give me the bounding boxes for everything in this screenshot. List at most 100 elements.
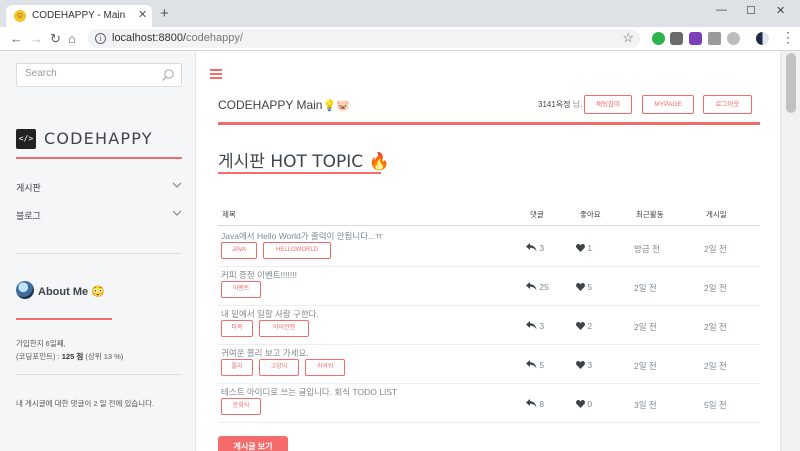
tag-badge[interactable]: 아이언맨: [259, 320, 309, 337]
tag-badge[interactable]: 이벤트: [221, 281, 261, 298]
tag-badge[interactable]: 귀여워: [305, 359, 345, 376]
posted-date: 2일 전: [704, 244, 727, 254]
sidebar-item-label: 블로그: [16, 211, 41, 221]
hamburger-menu-icon[interactable]: [210, 69, 222, 79]
table-row[interactable]: 내 밑에서 일할 사람 구한다. 타북 아이언맨 3 2 2일 전 2일 전: [218, 306, 760, 345]
home-icon[interactable]: ⌂: [68, 32, 76, 45]
new-tab-icon[interactable]: +: [160, 6, 169, 21]
like-count: 5: [576, 282, 592, 292]
search-input[interactable]: [25, 68, 155, 79]
sidebar-item-label: 게시판: [16, 183, 41, 193]
reload-icon[interactable]: ↻: [50, 32, 61, 45]
site-logo[interactable]: </> CODEHAPPY: [16, 129, 182, 159]
profile-avatar-icon[interactable]: [756, 32, 769, 45]
evernote-extension-icon[interactable]: [652, 32, 665, 45]
logo-text: CODEHAPPY: [44, 129, 153, 148]
address-toolbar: ← → ↻ ⌂ i localhost:8800/codehappy/ ☆ ⋮: [0, 27, 800, 51]
table-row[interactable]: 커피 증정 이벤트!!!!!!! 이벤트 25 5 2일 전 2일 전: [218, 267, 760, 306]
recent-activity: 2일 전: [634, 322, 657, 332]
posted-date: 2일 전: [704, 322, 727, 332]
posted-date: 2일 전: [704, 361, 727, 371]
like-count: 1: [576, 243, 592, 253]
column-header-comments: 댓글: [530, 210, 544, 219]
coding-points-text: (코딩포인트) : 125 점 (상위 13 %): [16, 352, 124, 361]
chevron-down-icon: [172, 210, 182, 216]
recent-activity: 2일 전: [634, 361, 657, 371]
like-count: 3: [576, 360, 592, 370]
mypage-button[interactable]: MYPAGE: [642, 95, 694, 114]
view-posts-button[interactable]: 게시글 보기: [218, 436, 288, 451]
post-title[interactable]: 커피 증정 이벤트!!!!!!!: [221, 269, 297, 281]
sidebar: </> CODEHAPPY 게시판 블로그 About Me 😳 가입한지 6일…: [0, 51, 196, 451]
info-icon[interactable]: i: [95, 33, 106, 44]
reply-icon: [526, 360, 537, 369]
tag-badge[interactable]: HELLOWORLD: [263, 242, 331, 259]
comment-count: 5: [526, 360, 544, 370]
post-title[interactable]: 내 밑에서 일할 사람 구한다.: [221, 308, 319, 320]
sidebar-item-blog[interactable]: 블로그: [16, 206, 182, 226]
sidebar-item-board[interactable]: 게시판: [16, 178, 182, 198]
table-header-divider: [218, 225, 760, 226]
comment-count: 25: [526, 282, 549, 292]
search-box[interactable]: [16, 63, 182, 87]
post-title[interactable]: 테스트 아이디로 쓰는 글입니다. 회식 TODO LIST: [221, 386, 397, 398]
comment-notice-text: 내 게시글에 대한 댓글이 2 일 전에 있습니다.: [16, 399, 155, 408]
tag-badge[interactable]: 타북: [221, 320, 253, 337]
join-chat-button[interactable]: 채팅참여: [584, 95, 632, 114]
comment-count: 8: [526, 399, 544, 409]
recent-activity: 2일 전: [634, 283, 657, 293]
address-bar[interactable]: i localhost:8800/codehappy/ ☆: [88, 29, 640, 48]
browser-tabbar: ☺ CODEHAPPY - Main ✕ + — ☐ ✕: [0, 0, 800, 27]
maximize-icon[interactable]: ☐: [746, 4, 756, 17]
like-count: 0: [576, 399, 592, 409]
main-content: CODEHAPPY Main💡🐷 3141옥정 님, 채팅참여 MYPAGE 로…: [196, 51, 780, 451]
heart-icon: [576, 400, 585, 408]
table-row[interactable]: 귀여운 쫄리 보고 가세요. 쫄리 고양이 귀여워 5 3 2일 전 2일 전: [218, 345, 760, 384]
reply-icon: [526, 243, 537, 252]
scrollbar-thumb[interactable]: [786, 53, 796, 113]
purple-extension-icon[interactable]: [689, 32, 702, 45]
reply-icon: [526, 321, 537, 330]
reply-icon: [526, 282, 537, 291]
page-title: CODEHAPPY Main💡🐷: [218, 98, 350, 112]
page-scrollbar[interactable]: [780, 51, 800, 451]
row-divider: [218, 422, 760, 423]
column-header-title: 제목: [222, 210, 236, 219]
header-divider: [218, 122, 760, 125]
logout-button[interactable]: 로그아웃: [703, 95, 752, 114]
posted-date: 5일 전: [704, 400, 727, 410]
forward-icon[interactable]: →: [30, 32, 43, 45]
back-icon[interactable]: ←: [10, 32, 23, 45]
table-row[interactable]: Java에서 Hello World가 출력이 안됩니다...ㅠ JAVA HE…: [218, 228, 760, 267]
column-header-likes: 좋아요: [580, 210, 601, 219]
browser-tab[interactable]: ☺ CODEHAPPY - Main ✕: [6, 5, 152, 27]
recent-activity: 방금 전: [634, 244, 660, 254]
window-close-icon[interactable]: ✕: [776, 4, 785, 17]
tag-badge[interactable]: 문화식: [221, 398, 261, 415]
chevron-down-icon: [172, 182, 182, 188]
browser-menu-icon[interactable]: ⋮: [781, 30, 795, 44]
minimize-icon[interactable]: —: [716, 4, 727, 16]
bookmark-star-icon[interactable]: ☆: [622, 30, 634, 46]
sidebar-divider: [16, 374, 182, 375]
help-extension-icon[interactable]: [727, 32, 740, 45]
tag-badge[interactable]: JAVA: [221, 242, 257, 259]
section-underline: [218, 172, 381, 174]
join-days-text: 가입한지 6일째,: [16, 339, 66, 348]
search-icon[interactable]: [161, 68, 175, 82]
table-row[interactable]: 테스트 아이디로 쓰는 글입니다. 회식 TODO LIST 문화식 8 0 3…: [218, 384, 760, 423]
tab-title: CODEHAPPY - Main: [32, 10, 126, 21]
camera-extension-icon[interactable]: [708, 32, 721, 45]
heart-icon: [576, 322, 585, 330]
section-title: 게시판 HOT TOPIC 🔥: [218, 152, 390, 172]
url-text[interactable]: localhost:8800/codehappy/: [112, 32, 243, 44]
tag-badge[interactable]: 고양이: [259, 359, 299, 376]
post-title[interactable]: 귀여운 쫄리 보고 가세요.: [221, 347, 309, 359]
tab-close-icon[interactable]: ✕: [138, 8, 147, 21]
smiley-favicon-icon: ☺: [14, 10, 26, 22]
comment-count: 3: [526, 243, 544, 253]
tag-badge[interactable]: 쫄리: [221, 359, 253, 376]
heart-icon: [576, 361, 585, 369]
extension-icon[interactable]: [670, 32, 683, 45]
post-title[interactable]: Java에서 Hello World가 출력이 안됩니다...ㅠ: [221, 230, 383, 242]
